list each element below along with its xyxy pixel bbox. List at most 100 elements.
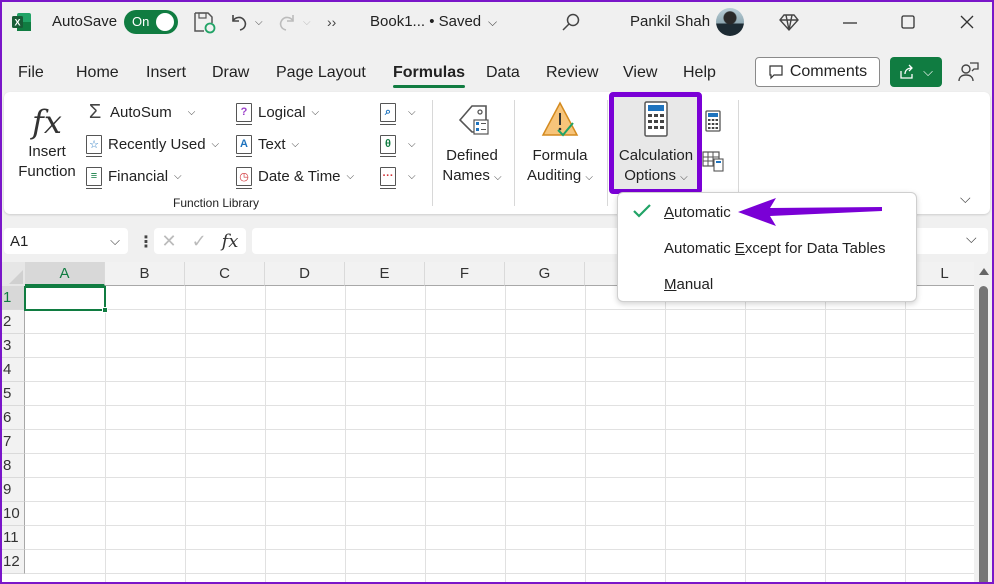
fill-handle[interactable] bbox=[102, 307, 108, 313]
tab-page-layout[interactable]: Page Layout bbox=[276, 64, 366, 82]
share-button[interactable]: ⌵ bbox=[890, 57, 942, 87]
tab-insert[interactable]: Insert bbox=[146, 64, 186, 82]
financial-dropdown-icon: ⌵ bbox=[174, 170, 182, 182]
user-avatar[interactable] bbox=[716, 8, 744, 36]
user-name[interactable]: Pankil Shah bbox=[630, 13, 710, 30]
search-icon[interactable] bbox=[560, 10, 582, 34]
tab-draw[interactable]: Draw bbox=[212, 64, 249, 82]
tab-review[interactable]: Review bbox=[546, 64, 598, 82]
comment-icon bbox=[769, 65, 783, 80]
formula-auditing-button[interactable]: Formula Auditing ⌵ bbox=[520, 100, 600, 188]
tab-view[interactable]: View bbox=[623, 64, 657, 82]
text-dropdown-icon: ⌵ bbox=[291, 138, 300, 150]
row-header-12[interactable]: 12 bbox=[0, 550, 25, 574]
cancel-entry-icon[interactable]: ✕ bbox=[161, 231, 176, 252]
menu-item-automatic-except-data-tables[interactable]: Automatic Except for Data Tables bbox=[664, 240, 886, 257]
tab-formulas[interactable]: Formulas bbox=[393, 64, 466, 88]
logical-button[interactable]: ? Logical ⌵ bbox=[236, 100, 320, 125]
name-box-dropdown-icon[interactable]: ⌵ bbox=[110, 233, 120, 249]
tag-icon bbox=[458, 105, 489, 135]
minimize-icon[interactable] bbox=[840, 10, 860, 34]
menu-item-automatic[interactable]: Automatic bbox=[664, 204, 731, 221]
title-dropdown-icon[interactable]: ⌵ bbox=[488, 10, 497, 34]
spreadsheet-grid[interactable]: ABCDEFGHIJKL123456789101112 bbox=[0, 262, 974, 584]
row-header-7[interactable]: 7 bbox=[0, 430, 25, 454]
maximize-icon[interactable] bbox=[898, 10, 918, 34]
gridline bbox=[25, 549, 974, 550]
column-header-a[interactable]: A bbox=[25, 262, 105, 286]
row-header-6[interactable]: 6 bbox=[0, 406, 25, 430]
column-header-f[interactable]: F bbox=[425, 262, 505, 286]
tab-file[interactable]: File bbox=[18, 64, 44, 82]
financial-button[interactable]: ≡ Financial ⌵ bbox=[86, 164, 182, 189]
gridline bbox=[745, 286, 746, 584]
calculate-sheet-icon[interactable] bbox=[702, 150, 724, 172]
insert-function-button[interactable]: fx Insert Function bbox=[14, 102, 80, 182]
tab-help[interactable]: Help bbox=[683, 64, 716, 82]
tab-data[interactable]: Data bbox=[486, 64, 520, 82]
ribbon-separator bbox=[432, 100, 433, 206]
menu-item-manual[interactable]: Manual bbox=[664, 276, 713, 293]
row-header-10[interactable]: 10 bbox=[0, 502, 25, 526]
gridline bbox=[25, 405, 974, 406]
logical-dropdown-icon: ⌵ bbox=[311, 106, 320, 118]
undo-dropdown-icon[interactable]: ⌵ bbox=[255, 10, 263, 34]
defined-names-button[interactable]: Defined Names ⌵ bbox=[440, 100, 504, 188]
expand-formula-bar-icon[interactable]: ⌵ bbox=[966, 230, 977, 247]
row-header-3[interactable]: 3 bbox=[0, 334, 25, 358]
gridline bbox=[585, 286, 586, 584]
row-header-11[interactable]: 11 bbox=[0, 526, 25, 550]
calculate-now-icon[interactable] bbox=[704, 110, 722, 132]
column-header-e[interactable]: E bbox=[345, 262, 425, 286]
undo-icon[interactable] bbox=[228, 10, 250, 34]
more-commands-icon[interactable]: ›› bbox=[327, 10, 336, 34]
financial-icon: ≡ bbox=[86, 166, 102, 189]
autosum-label: AutoSum bbox=[110, 103, 172, 121]
collapse-ribbon-icon[interactable]: ⌵ bbox=[960, 190, 971, 207]
row-header-8[interactable]: 8 bbox=[0, 454, 25, 478]
active-cell-a1[interactable] bbox=[24, 286, 108, 313]
formula-bar-grip-icon[interactable]: ⋮ bbox=[138, 232, 154, 252]
insert-function-icon[interactable]: fx bbox=[222, 231, 239, 252]
lookup-reference-button[interactable]: ⌕ ⌵ bbox=[380, 100, 416, 125]
close-icon[interactable] bbox=[957, 10, 977, 34]
column-header-g[interactable]: G bbox=[505, 262, 585, 286]
gridline bbox=[25, 501, 974, 502]
confirm-entry-icon[interactable]: ✓ bbox=[192, 231, 207, 252]
menu-item-label: xcept for Data Tables bbox=[744, 240, 886, 257]
row-header-4[interactable]: 4 bbox=[0, 358, 25, 382]
tab-home[interactable]: Home bbox=[76, 64, 119, 82]
row-header-9[interactable]: 9 bbox=[0, 478, 25, 502]
gridline bbox=[905, 286, 906, 584]
recently-used-button[interactable]: ☆ Recently Used ⌵ bbox=[86, 132, 220, 157]
row-header-5[interactable]: 5 bbox=[0, 382, 25, 406]
autosum-button[interactable]: Σ AutoSum ⌵ bbox=[86, 100, 195, 124]
column-header-c[interactable]: C bbox=[185, 262, 265, 286]
scroll-up-icon[interactable] bbox=[979, 268, 989, 275]
name-box[interactable]: A1 ⌵ bbox=[4, 228, 128, 254]
math-trig-button[interactable]: θ ⌵ bbox=[380, 132, 416, 157]
vertical-scrollbar[interactable] bbox=[974, 262, 994, 584]
recently-used-dropdown-icon: ⌵ bbox=[211, 138, 220, 150]
document-title[interactable]: Book1... • Saved bbox=[370, 13, 481, 30]
text-button[interactable]: A Text ⌵ bbox=[236, 132, 300, 157]
date-time-button[interactable]: ◷ Date & Time ⌵ bbox=[236, 164, 355, 189]
calculation-options-button[interactable]: Calculation Options ⌵ bbox=[614, 100, 698, 188]
scrollbar-thumb[interactable] bbox=[979, 286, 988, 584]
more-functions-icon: ··· bbox=[380, 166, 396, 189]
row-header-2[interactable]: 2 bbox=[0, 310, 25, 334]
date-time-dropdown-icon: ⌵ bbox=[346, 170, 355, 182]
premium-diamond-icon[interactable] bbox=[778, 10, 800, 34]
comments-button[interactable]: Comments bbox=[755, 57, 880, 87]
calculator-icon bbox=[644, 101, 668, 137]
autosave-toggle[interactable]: On bbox=[124, 10, 178, 34]
column-header-d[interactable]: D bbox=[265, 262, 345, 286]
gridline bbox=[825, 286, 826, 584]
more-functions-button[interactable]: ··· ⌵ bbox=[380, 164, 416, 189]
column-header-b[interactable]: B bbox=[105, 262, 185, 286]
coauthoring-icon[interactable] bbox=[956, 60, 980, 84]
autosum-dropdown-icon[interactable]: ⌵ bbox=[188, 107, 196, 118]
select-all-button[interactable] bbox=[0, 262, 25, 286]
save-icon[interactable] bbox=[192, 10, 216, 34]
row-header-1[interactable]: 1 bbox=[0, 286, 25, 310]
